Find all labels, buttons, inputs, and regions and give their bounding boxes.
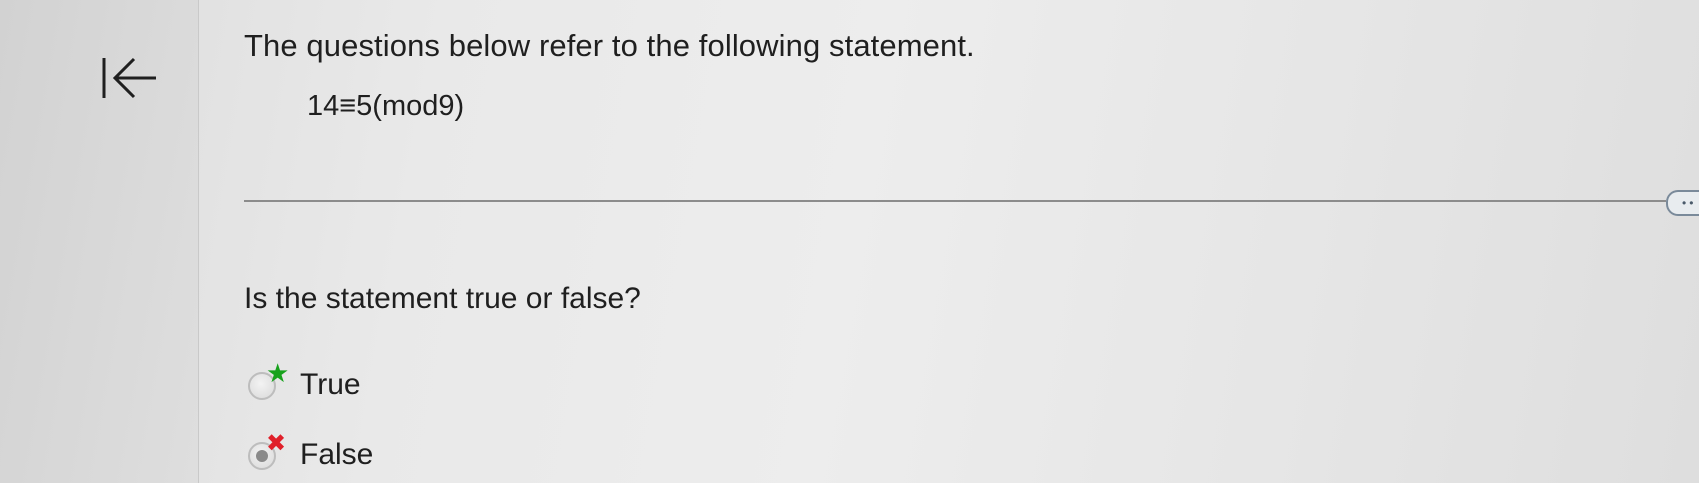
math-statement: 14≡5(mod9) <box>307 90 465 122</box>
option-label-true: True <box>300 368 361 401</box>
option-false[interactable]: ✖ False <box>244 430 484 478</box>
intro-text: The questions below refer to the followi… <box>244 28 975 63</box>
option-true[interactable]: ★ True <box>244 360 484 408</box>
question-prompt: Is the statement true or false? <box>244 282 641 315</box>
collapse-panel-button[interactable] <box>100 52 170 104</box>
ellipsis-icon: •• <box>1682 196 1697 210</box>
star-icon: ★ <box>266 358 290 388</box>
cross-icon: ✖ <box>266 429 287 457</box>
arrow-left-to-bar-icon <box>102 57 156 99</box>
left-rail <box>0 0 199 483</box>
divider <box>244 200 1666 202</box>
more-button[interactable]: •• <box>1666 190 1699 216</box>
option-label-false: False <box>300 438 374 471</box>
